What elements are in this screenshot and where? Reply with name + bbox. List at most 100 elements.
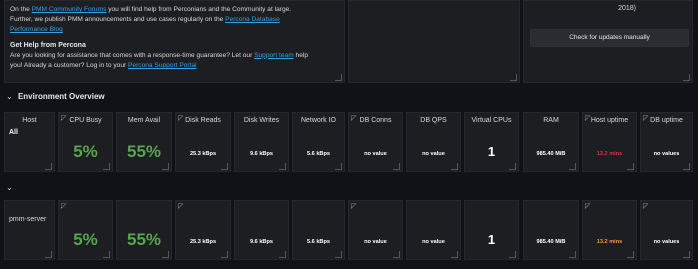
- resize-handle[interactable]: [451, 251, 458, 258]
- host-panel: pmm-server: [4, 200, 55, 260]
- row-title: Environment Overview: [17, 92, 105, 101]
- support-portal-link[interactable]: Percona Support Portal: [128, 62, 197, 69]
- ram-value: 985.40 MiB: [536, 239, 566, 245]
- resize-handle[interactable]: [45, 251, 52, 258]
- column-header-db-conns: DB Conns: [359, 117, 392, 124]
- help-heading: Get Help from Percona: [10, 41, 86, 49]
- resize-handle[interactable]: [510, 74, 517, 81]
- cpu-busy-panel: ◸ 5%: [58, 200, 113, 260]
- resize-handle[interactable]: [45, 163, 52, 170]
- column-header-db-uptime: DB uptime: [650, 117, 683, 124]
- blog-line-2: Performance Blog: [10, 25, 308, 35]
- resize-handle[interactable]: [509, 163, 516, 170]
- check-updates-button[interactable]: Check for updates manually: [530, 29, 689, 47]
- second-row-toggle[interactable]: ⌄: [6, 183, 13, 192]
- host-uptime-value: 13.2 mins: [596, 151, 623, 157]
- resize-handle[interactable]: [335, 74, 342, 81]
- support-team-link[interactable]: Support team: [254, 52, 294, 59]
- panel-corner-icon: ◸: [61, 203, 67, 210]
- resize-handle[interactable]: [683, 251, 690, 258]
- ram-panel: RAM 985.40 MiB: [523, 112, 579, 172]
- disk-writes-value: 9.6 kBps: [249, 151, 273, 157]
- resize-handle[interactable]: [627, 251, 634, 258]
- resize-handle[interactable]: [279, 163, 286, 170]
- network-io-value: 5.6 kBps: [306, 239, 330, 245]
- network-io-panel: 5.6 kBps: [292, 200, 345, 260]
- column-header-db-qps: DB QPS: [420, 117, 447, 124]
- mem-avail-value: 55%: [126, 230, 162, 249]
- resize-handle[interactable]: [569, 251, 576, 258]
- panel-corner-icon: ◸: [351, 203, 357, 210]
- mem-avail-value: 55%: [126, 142, 162, 161]
- db-conns-value: no value: [364, 151, 387, 157]
- db-conns-value: no value: [364, 239, 387, 245]
- network-io-value: 5.6 kBps: [306, 151, 330, 157]
- db-qps-panel: DB QPS no value: [406, 112, 461, 172]
- disk-writes-panel: Disk Writes 9.6 kBps: [234, 112, 289, 172]
- resize-handle[interactable]: [279, 251, 286, 258]
- community-forums-link[interactable]: PMM Community Forums: [32, 6, 107, 13]
- resize-handle[interactable]: [221, 163, 228, 170]
- support-text-a: Are you looking for assistance that come…: [10, 51, 255, 59]
- resize-handle[interactable]: [335, 163, 342, 170]
- resize-handle[interactable]: [627, 163, 634, 170]
- column-header-mem-avail: Mem Avail: [127, 117, 161, 124]
- virtual-cpus-value: 1: [487, 144, 496, 159]
- db-uptime-value: no values: [653, 151, 680, 157]
- resize-handle[interactable]: [683, 74, 690, 81]
- db-conns-panel: ◸ DB Conns no value: [348, 112, 403, 172]
- resize-handle[interactable]: [509, 251, 516, 258]
- portal-line: you! Already a customer? Log in to your …: [10, 61, 308, 71]
- help-info-panel: On the PMM Community Forums you will fin…: [4, 0, 345, 83]
- column-header-disk-reads: Disk Reads: [185, 117, 221, 124]
- portal-text-a: you! Already a customer? Log in to your: [10, 62, 129, 70]
- resize-handle[interactable]: [162, 251, 169, 258]
- chevron-down-icon: ⌄: [6, 183, 13, 192]
- host-value: All: [9, 129, 18, 136]
- host-uptime-value: 13.2 mins: [596, 239, 623, 245]
- blog-line: Further, we publish PMM announcements an…: [10, 15, 308, 25]
- virtual-cpus-value: 1: [487, 232, 496, 247]
- column-header-disk-writes: Disk Writes: [243, 117, 280, 124]
- resize-handle[interactable]: [103, 163, 110, 170]
- ram-panel: 985.40 MiB: [523, 200, 579, 260]
- disk-reads-panel: ◸ Disk Reads 25.3 kBps: [175, 112, 231, 172]
- disk-reads-value: 25.3 kBps: [189, 151, 217, 157]
- support-text-b: help: [293, 51, 309, 59]
- resize-handle[interactable]: [221, 251, 228, 258]
- column-header-host-uptime: Host uptime: [590, 117, 629, 124]
- network-io-panel: Network IO 5.6 kBps: [292, 112, 345, 172]
- resize-handle[interactable]: [393, 163, 400, 170]
- column-header-host: Host: [22, 117, 37, 124]
- database-blog-link[interactable]: Percona Database: [225, 16, 280, 23]
- db-qps-value: no value: [422, 239, 445, 245]
- empty-panel: [348, 0, 520, 83]
- mem-avail-panel: 55%: [116, 200, 172, 260]
- forums-text-a: On the: [10, 6, 32, 13]
- db-qps-panel: no value: [406, 200, 461, 260]
- resize-handle[interactable]: [569, 163, 576, 170]
- resize-handle[interactable]: [451, 163, 458, 170]
- environment-overview-row[interactable]: ⌄ Environment Overview: [6, 92, 105, 101]
- column-header-network-io: Network IO: [300, 117, 336, 124]
- disk-writes-panel: 9.6 kBps: [234, 200, 289, 260]
- db-uptime-panel: ◸ DB uptime no values: [640, 112, 693, 172]
- host-panel: Host All: [4, 112, 55, 172]
- column-header-cpu-busy: CPU Busy: [69, 117, 102, 124]
- db-conns-panel: ◸ no value: [348, 200, 403, 260]
- resize-handle[interactable]: [335, 251, 342, 258]
- chevron-down-icon: ⌄: [6, 92, 13, 101]
- resize-handle[interactable]: [103, 251, 110, 258]
- resize-handle[interactable]: [393, 251, 400, 258]
- panel-corner-icon: ◸: [178, 203, 184, 210]
- resize-handle[interactable]: [683, 163, 690, 170]
- panel-corner-icon: ◸: [643, 203, 649, 210]
- resize-handle[interactable]: [162, 163, 169, 170]
- cpu-busy-value: 5%: [73, 142, 98, 161]
- db-qps-value: no value: [422, 151, 445, 157]
- forums-text-b: you will find help from Perconians and t…: [106, 6, 292, 13]
- support-line: Are you looking for assistance that come…: [10, 51, 308, 61]
- blog-text-a: Further, we publish PMM announcements an…: [10, 16, 226, 24]
- column-header-virtual-cpus: Virtual CPUs: [471, 117, 512, 124]
- performance-blog-link[interactable]: Performance Blog: [10, 26, 63, 33]
